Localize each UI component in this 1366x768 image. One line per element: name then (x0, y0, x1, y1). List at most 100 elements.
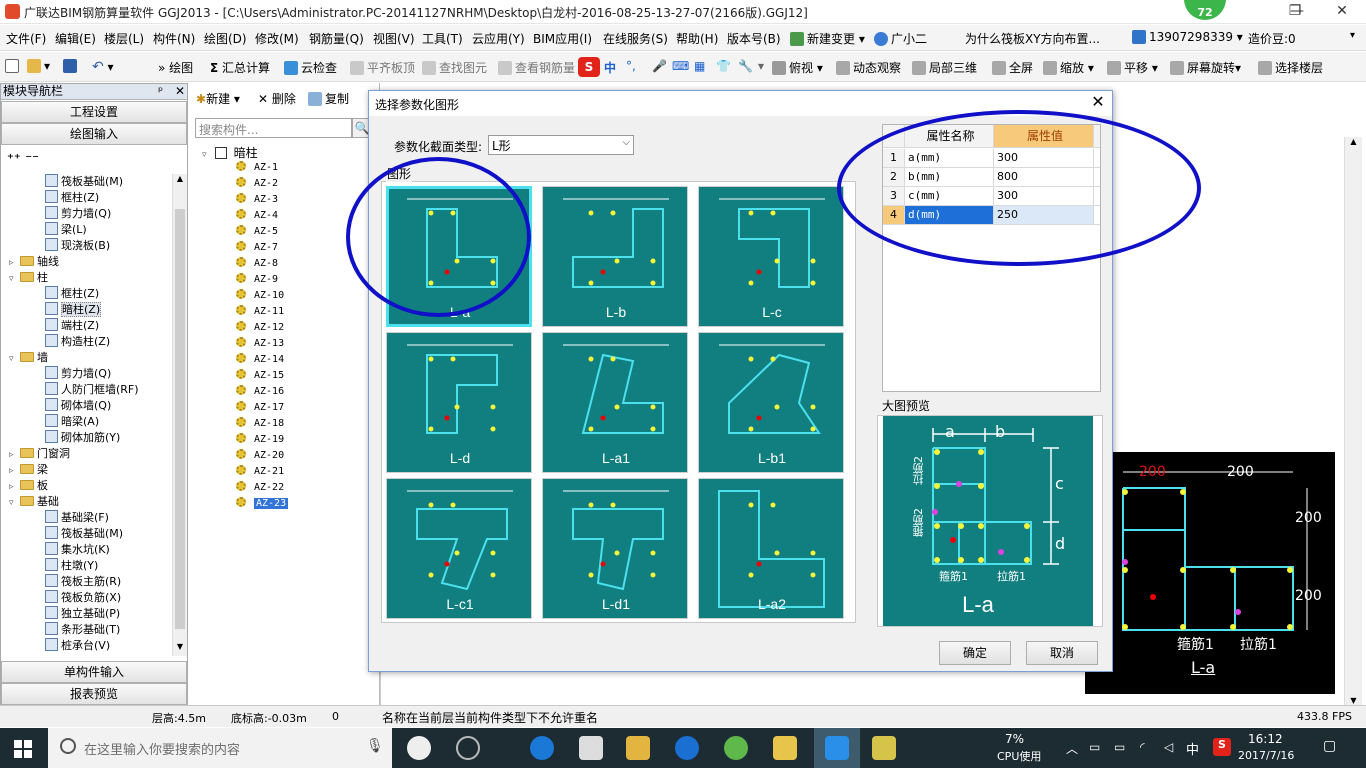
component-item[interactable]: AZ-23 (236, 496, 289, 512)
sum-button[interactable]: Σ 汇总计算 (210, 59, 270, 76)
component-item[interactable]: AZ-20 (236, 448, 284, 464)
tree-folder[interactable]: ▹ 梁 (9, 462, 48, 478)
windows-start-icon[interactable] (14, 740, 32, 758)
menu-help[interactable]: 帮助(H) (676, 30, 718, 47)
right-scroll-down-icon[interactable]: ▼ (1345, 696, 1362, 705)
tree-item[interactable]: 暗柱(Z) (45, 302, 102, 318)
edge-icon[interactable] (530, 736, 554, 760)
battery-icon[interactable]: ▭ (1114, 740, 1125, 754)
shape-tile[interactable]: L-a1 (542, 332, 688, 473)
tree-toggle-icon[interactable]: ▹ (9, 479, 18, 495)
scroll-down-icon[interactable]: ▼ (173, 642, 187, 656)
tree-folder[interactable]: ▿ 柱 (9, 270, 48, 286)
tree-toggle-icon[interactable]: ▿ (9, 271, 18, 287)
tree-item[interactable]: 框柱(Z) (45, 286, 99, 302)
local-3d-button[interactable]: 局部三维 (912, 59, 977, 76)
tree-toggle-icon[interactable]: ▹ (9, 255, 18, 271)
tree-folder[interactable]: ▹ 板 (9, 478, 48, 494)
view-rebar-button[interactable]: 查看钢筋量 (498, 59, 575, 76)
tree-toggle-icon[interactable]: ▹ (9, 463, 18, 479)
cad-canvas[interactable]: 200 200 200 200 箍筋1 拉筋1 L-a (1085, 452, 1335, 694)
wifi-icon[interactable]: ◜ (1140, 740, 1145, 754)
toolbar-dropdown-icon[interactable]: ▾ (758, 59, 764, 73)
tree-item[interactable]: 集水坑(K) (45, 542, 110, 558)
shape-tile[interactable]: L-c (698, 186, 844, 327)
tree-toggle-icon[interactable]: ▿ (9, 495, 18, 511)
tree-item[interactable]: 端柱(Z) (45, 318, 99, 334)
tree-item[interactable]: 筏板基础(M) (45, 174, 123, 190)
section-type-select[interactable]: L形 ⌵ (488, 135, 634, 155)
delete-component-button[interactable]: ✕ 删除 (258, 90, 296, 107)
wrench-icon[interactable]: 🔧 (738, 59, 753, 73)
nav-close-icon[interactable]: ✕ (175, 84, 185, 99)
grid-icon[interactable]: ▦ (694, 59, 705, 73)
component-item[interactable]: AZ-4 (236, 208, 278, 224)
select-floor-button[interactable]: 选择楼层 (1258, 59, 1323, 76)
component-item[interactable]: AZ-21 (236, 464, 284, 480)
component-item[interactable]: AZ-16 (236, 384, 284, 400)
sogou-tray-icon[interactable]: S (1213, 738, 1231, 756)
flat-slab-button[interactable]: 平齐板顶 (350, 59, 415, 76)
ime-chinese-toggle[interactable]: 中 (604, 59, 616, 76)
tree-item[interactable]: 筏板基础(M) (45, 526, 123, 542)
expand-all-icon[interactable]: ⁺⁺ ⁻⁻ (7, 152, 39, 167)
component-item[interactable]: AZ-15 (236, 368, 284, 384)
component-item[interactable]: AZ-17 (236, 400, 284, 416)
component-item[interactable]: AZ-19 (236, 432, 284, 448)
task-view-icon[interactable] (407, 736, 431, 760)
drawing-input-button[interactable]: 绘图输入 (1, 123, 187, 145)
menu-floor[interactable]: 楼层(L) (104, 30, 144, 47)
component-item[interactable]: AZ-12 (236, 320, 284, 336)
cloud-check-button[interactable]: 云检查 (284, 59, 337, 76)
component-item[interactable]: AZ-5 (236, 224, 278, 240)
component-item[interactable]: AZ-2 (236, 176, 278, 192)
glodon-g-icon[interactable] (675, 736, 699, 760)
keyboard-icon[interactable]: ⌨ (672, 59, 689, 73)
expand-arrow-icon[interactable]: ▾ (1350, 30, 1355, 41)
dialog-close-icon[interactable]: ✕ (1087, 93, 1109, 113)
menu-rebar[interactable]: 钢筋量(Q) (309, 30, 364, 47)
punctuation-icon[interactable]: °, (626, 59, 636, 73)
taskbar-search-input[interactable]: 在这里输入你要搜索的内容 🎙 (48, 728, 392, 768)
browser-swirl-icon[interactable] (456, 736, 480, 760)
tree-toggle-icon[interactable]: ▿ (9, 351, 18, 367)
green-app-icon[interactable] (724, 736, 748, 760)
ok-button[interactable]: 确定 (939, 641, 1011, 665)
save-icon[interactable] (63, 59, 80, 73)
shape-tile[interactable]: L-d (386, 332, 532, 473)
project-settings-button[interactable]: 工程设置 (1, 101, 187, 123)
tree-item[interactable]: 构造柱(Z) (45, 334, 110, 350)
dynamic-view-button[interactable]: 动态观察 (836, 59, 901, 76)
tree-item[interactable]: 梁(L) (45, 222, 87, 238)
tree-item[interactable]: 桩承台(V) (45, 638, 110, 654)
component-search-input[interactable]: 搜索构件... (195, 118, 352, 138)
tree-item[interactable]: 砌体墙(Q) (45, 398, 111, 414)
tree-item[interactable]: 独立基础(P) (45, 606, 120, 622)
menu-tools[interactable]: 工具(T) (422, 30, 463, 47)
store-icon[interactable] (579, 736, 603, 760)
tree-item[interactable]: 基础梁(F) (45, 510, 109, 526)
shape-tile[interactable]: L-b (542, 186, 688, 327)
new-component-button[interactable]: ✱新建 ▾ (196, 90, 240, 107)
menu-component[interactable]: 构件(N) (153, 30, 195, 47)
shape-tile[interactable]: L-d1 (542, 478, 688, 619)
menu-modify[interactable]: 修改(M) (255, 30, 299, 47)
tree-item[interactable]: 人防门框墙(RF) (45, 382, 139, 398)
faq-link[interactable]: 为什么筏板XY方向布置... (965, 30, 1100, 47)
copy-component-button[interactable]: 复制 (308, 90, 349, 107)
menu-view[interactable]: 视图(V) (373, 30, 415, 47)
component-item[interactable]: AZ-9 (236, 272, 278, 288)
folder-app-icon[interactable] (872, 736, 896, 760)
component-item[interactable]: AZ-13 (236, 336, 284, 352)
menu-online[interactable]: 在线服务(S) (603, 30, 668, 47)
guangxiaoer-menu[interactable]: 广小二 (874, 30, 927, 47)
component-root[interactable]: ▿ 暗柱 (202, 144, 258, 161)
skin-icon[interactable]: 👕 (716, 59, 731, 73)
tree-item[interactable]: 条形基础(T) (45, 622, 120, 638)
sogou-icon[interactable]: S (578, 57, 600, 77)
top-view-button[interactable]: 俯视 ▾ (772, 59, 823, 76)
component-item[interactable]: AZ-14 (236, 352, 284, 368)
component-item[interactable]: AZ-3 (236, 192, 278, 208)
restore-button[interactable]: ❐ (1272, 0, 1318, 24)
tree-item[interactable]: 筏板负筋(X) (45, 590, 121, 606)
